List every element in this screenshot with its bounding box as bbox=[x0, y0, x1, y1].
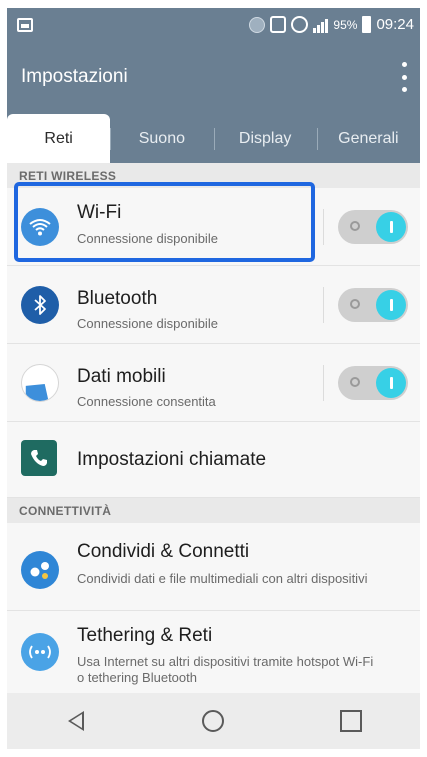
tab-reti[interactable]: Reti bbox=[7, 114, 111, 163]
tethering-row[interactable]: Tethering & Reti Usa Internet su altri d… bbox=[7, 611, 420, 693]
back-icon bbox=[67, 711, 84, 731]
divider bbox=[323, 209, 324, 245]
tethering-title: Tethering & Reti bbox=[77, 625, 213, 646]
tethering-icon bbox=[21, 633, 59, 671]
bluetooth-subtitle: Connessione disponibile bbox=[77, 316, 218, 331]
bluetooth-icon bbox=[21, 286, 59, 324]
bluetooth-toggle[interactable] bbox=[338, 288, 408, 322]
tab-suono[interactable]: Suono bbox=[110, 114, 213, 163]
tab-generali[interactable]: Generali bbox=[316, 114, 420, 163]
share-connect-subtitle: Condividi dati e file multimediali con a… bbox=[77, 571, 368, 586]
wifi-highlight-box bbox=[14, 182, 315, 262]
phone-screen: 95% 09:24 Impostazioni Reti Suono Displa… bbox=[7, 8, 420, 749]
page-title: Impostazioni bbox=[21, 66, 128, 87]
mobile-data-toggle[interactable] bbox=[338, 366, 408, 400]
battery-percent: 95% bbox=[333, 17, 358, 32]
clock: 09:24 bbox=[376, 16, 414, 33]
home-button[interactable] bbox=[183, 701, 243, 741]
tab-display[interactable]: Display bbox=[213, 114, 317, 163]
image-icon bbox=[17, 18, 33, 32]
section-header-connectivity: CONNETTIVITÀ bbox=[7, 498, 420, 523]
navigation-bar bbox=[7, 693, 420, 749]
wifi-toggle[interactable] bbox=[338, 210, 408, 244]
mobile-data-subtitle: Connessione consentita bbox=[77, 394, 216, 409]
phone-icon bbox=[21, 440, 57, 476]
bluetooth-status-icon bbox=[249, 16, 266, 33]
home-icon bbox=[202, 710, 225, 732]
nfc-icon bbox=[270, 16, 287, 33]
alarm-icon bbox=[291, 16, 309, 33]
back-button[interactable] bbox=[46, 701, 106, 741]
recent-apps-button[interactable] bbox=[321, 701, 381, 741]
tab-bar: Reti Suono Display Generali bbox=[7, 114, 420, 163]
divider bbox=[323, 365, 324, 401]
bluetooth-title: Bluetooth bbox=[77, 288, 158, 309]
status-bar: 95% 09:24 bbox=[7, 8, 420, 44]
share-connect-title: Condividi & Connetti bbox=[77, 541, 250, 562]
mobile-data-icon bbox=[21, 364, 59, 402]
bluetooth-setting-row[interactable]: Bluetooth Connessione disponibile bbox=[7, 266, 420, 344]
battery-icon bbox=[362, 16, 372, 33]
mobile-data-title: Dati mobili bbox=[77, 366, 166, 387]
tethering-subtitle: Usa Internet su altri dispositivi tramit… bbox=[77, 654, 374, 685]
recent-apps-icon bbox=[340, 710, 363, 732]
call-settings-row[interactable]: Impostazioni chiamate bbox=[7, 422, 420, 498]
overflow-menu-icon[interactable] bbox=[398, 62, 410, 92]
app-bar: Impostazioni bbox=[7, 44, 420, 114]
share-connect-icon bbox=[21, 551, 59, 589]
divider bbox=[323, 287, 324, 323]
mobile-data-setting-row[interactable]: Dati mobili Connessione consentita bbox=[7, 344, 420, 422]
call-settings-title: Impostazioni chiamate bbox=[77, 449, 267, 470]
signal-icon bbox=[313, 17, 329, 33]
share-connect-row[interactable]: Condividi & Connetti Condividi dati e fi… bbox=[7, 523, 420, 611]
